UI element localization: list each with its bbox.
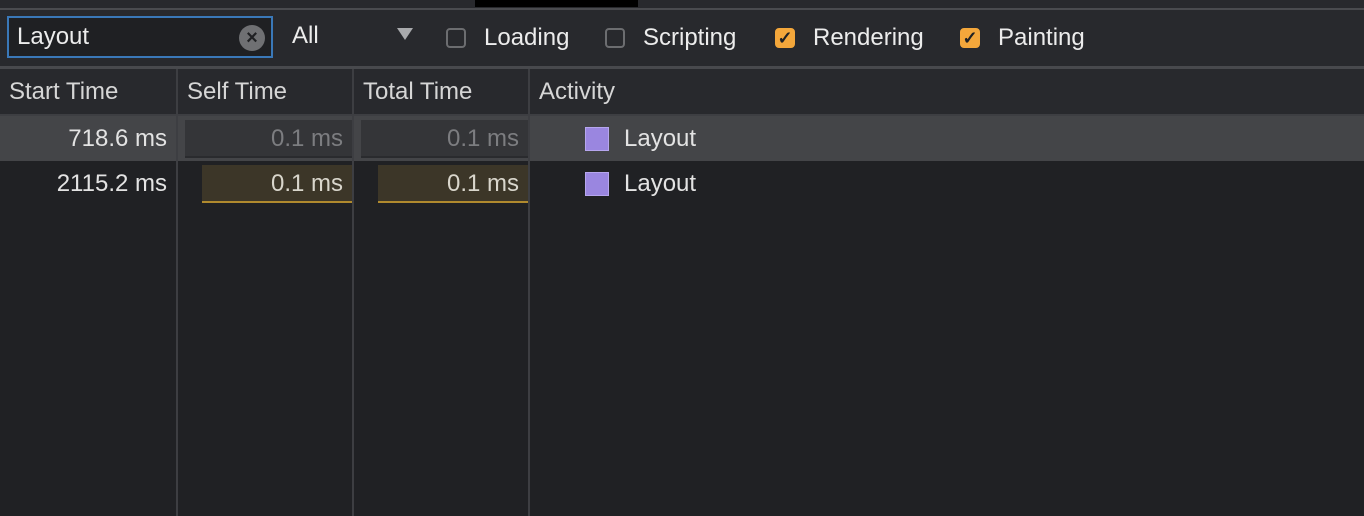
checkbox-scripting[interactable]: Scripting bbox=[605, 22, 736, 54]
activity-cell: Layout bbox=[585, 170, 696, 198]
table-header: Start Time Self Time Total Time Activity bbox=[0, 69, 1364, 116]
checkmark-icon[interactable]: ✓ bbox=[775, 28, 795, 48]
category-filter-select[interactable]: All bbox=[292, 22, 417, 54]
activity-cell: Layout bbox=[585, 125, 696, 153]
checkbox-label: Scripting bbox=[643, 24, 737, 51]
table-row[interactable]: 718.6 ms 0.1 ms 0.1 ms Layout bbox=[0, 116, 1364, 161]
total-time: 0.1 ms bbox=[378, 165, 528, 203]
clear-search-icon[interactable]: × bbox=[239, 25, 265, 51]
column-divider[interactable] bbox=[528, 69, 530, 516]
search-field[interactable]: × bbox=[7, 16, 273, 58]
table-row[interactable]: 2115.2 ms 0.1 ms 0.1 ms Layout bbox=[0, 161, 1364, 206]
checkbox-label: Loading bbox=[484, 24, 570, 51]
checkbox-loading[interactable]: Loading bbox=[446, 22, 569, 54]
events-table: Start Time Self Time Total Time Activity… bbox=[0, 69, 1364, 516]
active-tab-indicator bbox=[475, 0, 638, 7]
self-time: 0.1 ms bbox=[185, 120, 352, 158]
select-value: All bbox=[292, 22, 319, 49]
checkbox-icon[interactable] bbox=[446, 28, 466, 48]
layout-category-swatch-icon bbox=[585, 127, 609, 151]
column-divider[interactable] bbox=[176, 69, 178, 516]
column-header-activity[interactable]: Activity bbox=[539, 78, 615, 106]
column-divider[interactable] bbox=[352, 69, 354, 516]
column-header-total-time[interactable]: Total Time bbox=[363, 78, 472, 106]
start-time: 718.6 ms bbox=[68, 125, 167, 152]
layout-category-swatch-icon bbox=[585, 172, 609, 196]
dropdown-arrow-icon bbox=[397, 28, 413, 40]
activity-name: Layout bbox=[624, 170, 697, 197]
checkbox-icon[interactable] bbox=[605, 28, 625, 48]
column-header-start-time[interactable]: Start Time bbox=[9, 78, 118, 106]
activity-name: Layout bbox=[624, 125, 697, 152]
checkbox-label: Rendering bbox=[813, 24, 924, 51]
checkbox-rendering[interactable]: ✓ Rendering bbox=[775, 22, 924, 54]
filter-toolbar: × All Loading Scripting ✓ Rendering ✓ Pain… bbox=[0, 10, 1364, 69]
total-time: 0.1 ms bbox=[361, 120, 528, 158]
checkbox-label: Painting bbox=[998, 24, 1085, 51]
start-time: 2115.2 ms bbox=[56, 170, 167, 197]
checkbox-painting[interactable]: ✓ Painting bbox=[960, 22, 1085, 54]
top-tab-strip bbox=[0, 0, 1364, 10]
column-header-self-time[interactable]: Self Time bbox=[187, 78, 287, 106]
self-time: 0.1 ms bbox=[202, 165, 352, 203]
search-input[interactable] bbox=[17, 22, 237, 52]
checkmark-icon[interactable]: ✓ bbox=[960, 28, 980, 48]
